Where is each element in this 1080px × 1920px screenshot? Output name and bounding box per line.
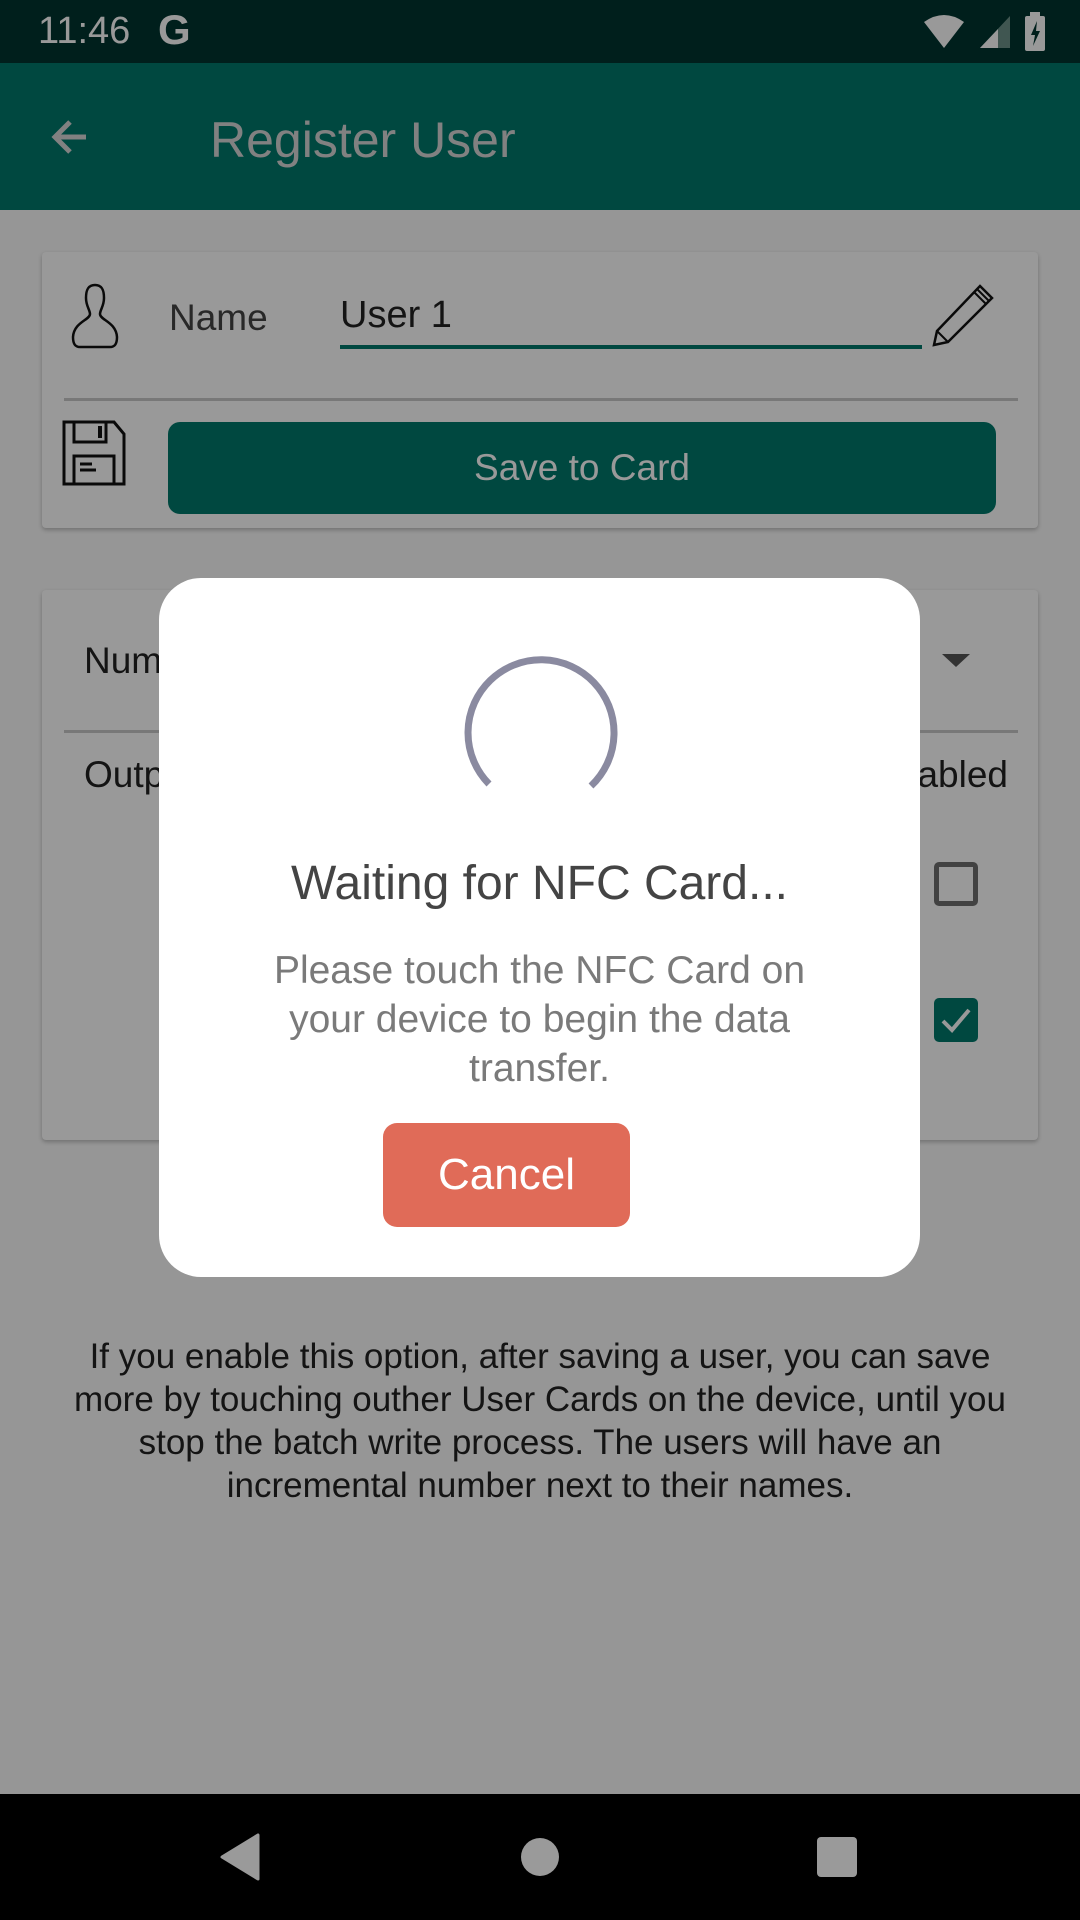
nav-home-icon bbox=[521, 1838, 559, 1876]
navigation-bar bbox=[0, 1794, 1080, 1920]
nav-home-button[interactable] bbox=[505, 1822, 575, 1892]
nav-recents-button[interactable] bbox=[802, 1822, 872, 1892]
dialog-message: Please touch the NFC Card on your device… bbox=[273, 949, 806, 1090]
dialog-title: Waiting for NFC Card... bbox=[291, 857, 788, 910]
nav-back-button[interactable] bbox=[205, 1822, 275, 1892]
nav-back-icon bbox=[220, 1833, 260, 1881]
cancel-button[interactable]: Cancel bbox=[383, 1123, 630, 1227]
nfc-wait-dialog: Waiting for NFC Card... Please touch the… bbox=[159, 578, 920, 1277]
nav-recents-icon bbox=[817, 1837, 857, 1877]
loading-spinner-icon bbox=[464, 656, 618, 789]
